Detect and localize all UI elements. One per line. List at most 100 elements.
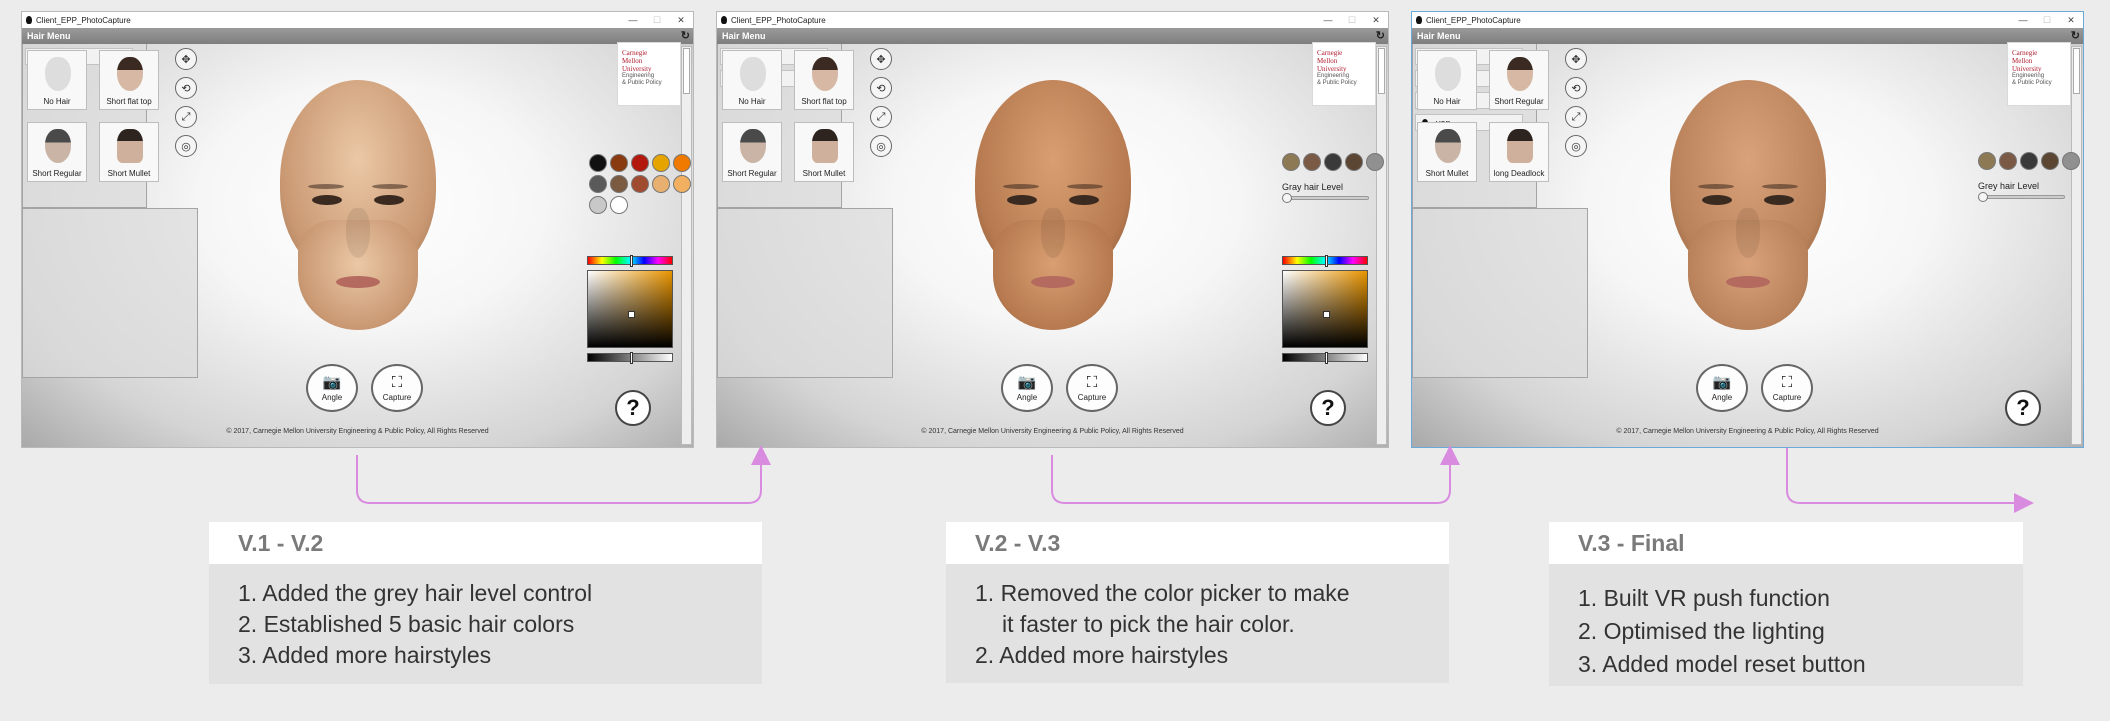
help-button[interactable]: ? [2005, 390, 2041, 426]
scroll-thumb[interactable] [1378, 48, 1385, 94]
close-button[interactable]: ✕ [2059, 12, 2083, 28]
hair-color-swatch[interactable] [610, 154, 628, 172]
hair-style-option[interactable]: Short Mullet [99, 122, 159, 182]
hair-style-option[interactable]: Short Regular [27, 122, 87, 182]
rotate-icon[interactable]: ⟲ [175, 77, 197, 99]
refresh-icon[interactable]: ↻ [2071, 29, 2080, 42]
render-viewport[interactable]: Model Inspector↻phan✥⟲⤢◎Hair MenuNo Hair… [22, 28, 693, 447]
help-button[interactable]: ? [1310, 390, 1346, 426]
hair-style-option[interactable]: Short Regular [722, 122, 782, 182]
rotate-icon[interactable]: ⟲ [1565, 77, 1587, 99]
hair-style-option[interactable]: No Hair [27, 50, 87, 110]
grey-hair-level-slider[interactable] [1282, 193, 1369, 203]
render-viewport[interactable]: Model Inspector↻phanyen_fdf✥⟲⤢◎Hair Menu… [717, 28, 1388, 447]
capture-button[interactable]: ⛶ Capture [1066, 364, 1118, 412]
hair-style-option[interactable]: No Hair [722, 50, 782, 110]
hair-color-swatch[interactable] [589, 175, 607, 193]
hair-menu-scrollbar[interactable] [681, 46, 692, 445]
scroll-thumb[interactable] [683, 48, 690, 94]
reset-icon[interactable]: ◎ [1565, 135, 1587, 157]
maximize-button[interactable]: ☐ [1340, 12, 1364, 28]
minimize-button[interactable]: — [2011, 12, 2035, 28]
hair-color-swatch[interactable] [2041, 152, 2059, 170]
move-icon[interactable]: ✥ [175, 48, 197, 70]
hair-color-swatch[interactable] [1366, 153, 1384, 171]
hair-color-swatch[interactable] [673, 154, 691, 172]
help-button[interactable]: ? [615, 390, 651, 426]
rotate-icon[interactable]: ⟲ [870, 77, 892, 99]
capture-button[interactable]: ⛶ Capture [371, 364, 423, 412]
hair-color-swatch[interactable] [631, 175, 649, 193]
hair-style-option[interactable]: long Deadlock [1489, 122, 1549, 182]
move-icon[interactable]: ✥ [870, 48, 892, 70]
hair-color-swatch[interactable] [1978, 152, 1996, 170]
hair-style-label: Short Mullet [107, 169, 151, 178]
slider-knob[interactable] [1978, 192, 1988, 202]
head-model-render[interactable] [965, 80, 1141, 340]
hair-style-option[interactable]: Short flat top [794, 50, 854, 110]
hair-color-swatch[interactable] [673, 175, 691, 193]
close-button[interactable]: ✕ [1364, 12, 1388, 28]
hair-color-swatch[interactable] [1999, 152, 2017, 170]
scale-icon[interactable]: ⤢ [870, 106, 892, 128]
color-picker[interactable] [1282, 255, 1368, 364]
color-picker[interactable] [587, 255, 673, 364]
hue-marker[interactable] [1325, 255, 1328, 267]
hair-style-option[interactable]: Short Mullet [1417, 122, 1477, 182]
brightness-marker[interactable] [630, 352, 633, 364]
hair-style-option[interactable]: Short Mullet [794, 122, 854, 182]
saturation-value-area[interactable] [587, 270, 673, 348]
hair-color-swatch[interactable] [2062, 152, 2080, 170]
maximize-button[interactable]: ☐ [645, 12, 669, 28]
scale-icon[interactable]: ⤢ [175, 106, 197, 128]
brightness-marker[interactable] [1325, 352, 1328, 364]
hair-color-swatch[interactable] [589, 196, 607, 214]
maximize-button[interactable]: ☐ [2035, 12, 2059, 28]
hair-style-option[interactable]: Short flat top [99, 50, 159, 110]
hair-color-swatch[interactable] [610, 175, 628, 193]
slider-knob[interactable] [1282, 193, 1292, 203]
brightness-slider[interactable] [1282, 352, 1368, 364]
refresh-icon[interactable]: ↻ [681, 29, 690, 42]
hair-style-label: Short Regular [727, 169, 777, 178]
hair-color-swatch[interactable] [1324, 153, 1342, 171]
reset-icon[interactable]: ◎ [175, 135, 197, 157]
minimize-button[interactable]: — [1316, 12, 1340, 28]
angle-button[interactable]: 📷 Angle [1001, 364, 1053, 412]
face-brow [371, 184, 408, 189]
render-viewport[interactable]: Model Inspector↻phan_teststuartyen_fdfye… [1412, 28, 2083, 447]
saturation-value-area[interactable] [1282, 270, 1368, 348]
scale-icon[interactable]: ⤢ [1565, 106, 1587, 128]
hair-color-swatch[interactable] [1303, 153, 1321, 171]
color-cursor[interactable] [628, 311, 635, 318]
hair-style-option[interactable]: No Hair [1417, 50, 1477, 110]
hair-color-swatch[interactable] [2020, 152, 2038, 170]
reset-icon[interactable]: ◎ [870, 135, 892, 157]
hue-slider[interactable] [1282, 255, 1368, 267]
hue-marker[interactable] [630, 255, 633, 267]
hair-menu-scrollbar[interactable] [2071, 46, 2082, 445]
refresh-icon[interactable]: ↻ [1376, 29, 1385, 42]
hair-color-swatch[interactable] [631, 154, 649, 172]
hair-color-swatch[interactable] [1345, 153, 1363, 171]
angle-button[interactable]: 📷 Angle [1696, 364, 1748, 412]
move-icon[interactable]: ✥ [1565, 48, 1587, 70]
angle-button[interactable]: 📷 Angle [306, 364, 358, 412]
grey-hair-level-slider[interactable] [1978, 192, 2065, 202]
capture-button[interactable]: ⛶ Capture [1761, 364, 1813, 412]
hair-color-swatch[interactable] [610, 196, 628, 214]
close-button[interactable]: ✕ [669, 12, 693, 28]
hair-color-swatch[interactable] [652, 154, 670, 172]
color-cursor[interactable] [1323, 311, 1330, 318]
hair-color-swatch[interactable] [652, 175, 670, 193]
brightness-slider[interactable] [587, 352, 673, 364]
hair-style-option[interactable]: Short Regular [1489, 50, 1549, 110]
head-model-render[interactable] [270, 80, 446, 340]
hair-menu-scrollbar[interactable] [1376, 46, 1387, 445]
scroll-thumb[interactable] [2073, 48, 2080, 94]
hair-color-swatch[interactable] [589, 154, 607, 172]
head-model-render[interactable] [1660, 80, 1836, 340]
minimize-button[interactable]: — [621, 12, 645, 28]
hair-color-swatch[interactable] [1282, 153, 1300, 171]
hue-slider[interactable] [587, 255, 673, 267]
